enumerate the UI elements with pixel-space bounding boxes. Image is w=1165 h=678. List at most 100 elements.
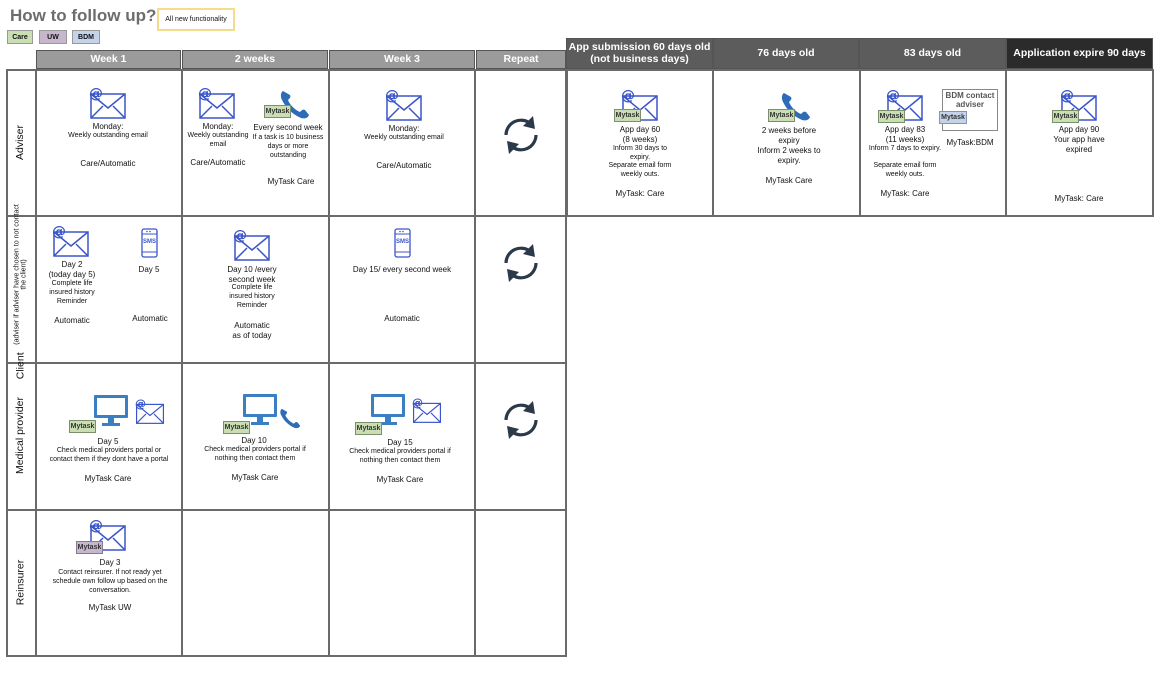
- adviser-d83-bdm-owner: MyTask:BDM: [946, 138, 994, 147]
- svg-text:@: @: [89, 518, 103, 534]
- adviser-d60-separate: Separate email form weekly outs.: [608, 162, 672, 178]
- mytask-care-tag: Mytask: [878, 110, 905, 123]
- adviser-d83-day: App day 83: [884, 125, 926, 134]
- adviser-d83-inform: Inform 7 days to expiry.: [868, 145, 942, 152]
- medical-w1-desc: Check medical providers portal or contac…: [49, 447, 169, 463]
- mytask-care-tag: Mytask: [614, 109, 641, 122]
- header-76-days: 76 days old: [713, 38, 859, 69]
- adviser-d90-expired: Your app have expired: [1053, 135, 1105, 154]
- svg-text:@: @: [233, 228, 247, 244]
- adviser-w3-day: Monday:: [388, 124, 420, 133]
- email-icon: @: [385, 88, 423, 122]
- medical-w3-desc: Check medical providers portal if nothin…: [349, 448, 451, 464]
- adviser-w3-desc: Weekly outstanding email: [364, 134, 444, 141]
- adviser-w1-owner: Care/Automatic: [80, 159, 136, 168]
- medical-w2-desc: Check medical providers portal if nothin…: [204, 446, 306, 462]
- email-icon: @: [412, 397, 442, 424]
- svg-text:@: @: [198, 86, 212, 102]
- adviser-w1-day: Monday:: [92, 122, 124, 131]
- client-w1-day2: Day 2: [61, 260, 83, 269]
- repeat-icon: [497, 113, 545, 157]
- email-icon: @: [52, 224, 90, 258]
- row-label-client: Client (adviser if adviser have chosen t…: [13, 203, 28, 379]
- client-w2-as-of-today: as of today: [232, 331, 272, 340]
- adviser-d76-owner: MyTask Care: [765, 176, 813, 185]
- email-icon: @: [135, 398, 165, 425]
- reinsurer-w1-desc: Contact reinsurer. If not ready yet sche…: [52, 569, 168, 594]
- svg-text:@: @: [52, 224, 66, 240]
- email-icon: @: [198, 86, 236, 120]
- bdm-contact-box: BDM contact adviser: [942, 89, 998, 131]
- adviser-d60-weeks: (8 weeks): [622, 135, 658, 144]
- adviser-w2-second-week: Every second week: [253, 123, 323, 132]
- adviser-d83-owner: MyTask: Care: [880, 189, 930, 198]
- adviser-w1-desc: Weekly outstanding email: [68, 132, 148, 139]
- header-83-days: 83 days old: [859, 38, 1006, 69]
- medical-w3-day: Day 15: [387, 438, 413, 447]
- adviser-d60-inform: Inform 30 days to expiry.: [612, 145, 668, 161]
- adviser-d60-owner: MyTask: Care: [615, 189, 665, 198]
- svg-text:@: @: [135, 398, 146, 411]
- legend-care: Care: [7, 30, 33, 44]
- mytask-uw-tag: Mytask: [76, 541, 103, 554]
- header-repeat: Repeat: [476, 50, 566, 69]
- mytask-care-tag: Mytask: [69, 420, 96, 433]
- legend-uw: UW: [39, 30, 67, 44]
- header-week-1: Week 1: [36, 50, 181, 69]
- new-functionality-note: All new functionality: [157, 8, 235, 31]
- client-w1b-automatic: Automatic: [132, 314, 168, 323]
- phone-icon: [279, 406, 303, 430]
- repeat-icon: [497, 398, 545, 442]
- header-90-days: Application expire 90 days: [1006, 38, 1153, 69]
- computer-monitor-icon: [93, 394, 129, 428]
- adviser-d76-before: 2 weeks before expiry: [761, 126, 817, 145]
- svg-text:@: @: [621, 88, 635, 104]
- email-icon: @: [89, 86, 127, 120]
- svg-text:@: @: [412, 397, 423, 410]
- client-w3-automatic: Automatic: [384, 314, 420, 323]
- client-w2-day10: Day 10 /every second week: [227, 265, 277, 284]
- svg-text:@: @: [1060, 88, 1074, 104]
- mytask-care-tag: Mytask: [264, 105, 291, 118]
- adviser-w2-day: Monday:: [202, 122, 234, 131]
- mytask-bdm-tag: Mytask: [939, 111, 967, 124]
- medical-w3-owner: MyTask Care: [376, 475, 424, 484]
- adviser-w2-second-owner: MyTask Care: [267, 177, 315, 186]
- adviser-d76-inform: Inform 2 weeks to expiry.: [757, 146, 821, 165]
- adviser-d90-day: App day 90: [1058, 125, 1100, 134]
- reinsurer-w1-owner: MyTask UW: [88, 603, 132, 612]
- mytask-care-tag: Mytask: [223, 421, 250, 434]
- svg-text:@: @: [385, 88, 399, 104]
- client-w2-automatic: Automatic: [234, 321, 270, 330]
- medical-w2-day: Day 10: [241, 436, 267, 445]
- mytask-care-tag: Mytask: [1052, 110, 1079, 123]
- adviser-d83-weeks: (11 weeks): [885, 135, 925, 144]
- row-label-reinsurer: Reinsurer: [13, 560, 26, 606]
- sms-label: SMS: [395, 239, 409, 245]
- client-w1-automatic: Automatic: [54, 316, 90, 325]
- adviser-w3-owner: Care/Automatic: [376, 161, 432, 170]
- legend-bdm: BDM: [72, 30, 100, 44]
- client-w1-today: (today day 5): [48, 270, 96, 279]
- client-w2-reminder: Complete life insured history Reminder: [229, 284, 275, 309]
- row-label-medical: Medical provider: [14, 397, 26, 475]
- client-w1-day5: Day 5: [138, 265, 160, 274]
- medical-w1-owner: MyTask Care: [84, 474, 132, 483]
- mytask-care-tag: Mytask: [355, 422, 382, 435]
- adviser-d90-owner: MyTask: Care: [1054, 194, 1104, 203]
- adviser-w2-owner: Care/Automatic: [190, 158, 246, 167]
- adviser-d83-separate: Separate email form weekly outs.: [873, 162, 937, 178]
- header-60-days: App submission 60 days old (not business…: [566, 38, 713, 69]
- reinsurer-w1-day: Day 3: [99, 558, 121, 567]
- medical-w2-owner: MyTask Care: [231, 473, 279, 482]
- page-title: How to follow up?: [10, 6, 157, 25]
- svg-text:@: @: [89, 86, 103, 102]
- adviser-w2-second-desc: If a task is 10 business days or more ou…: [252, 134, 324, 159]
- adviser-d60-day: App day 60: [619, 125, 661, 134]
- client-w3-day15: Day 15/ every second week: [352, 265, 452, 274]
- adviser-w2-desc: Weekly outstanding email: [187, 132, 249, 148]
- sms-label: SMS: [142, 239, 156, 245]
- mytask-care-tag: Mytask: [768, 109, 795, 122]
- email-icon: @: [233, 228, 271, 262]
- header-week-3: Week 3: [329, 50, 475, 69]
